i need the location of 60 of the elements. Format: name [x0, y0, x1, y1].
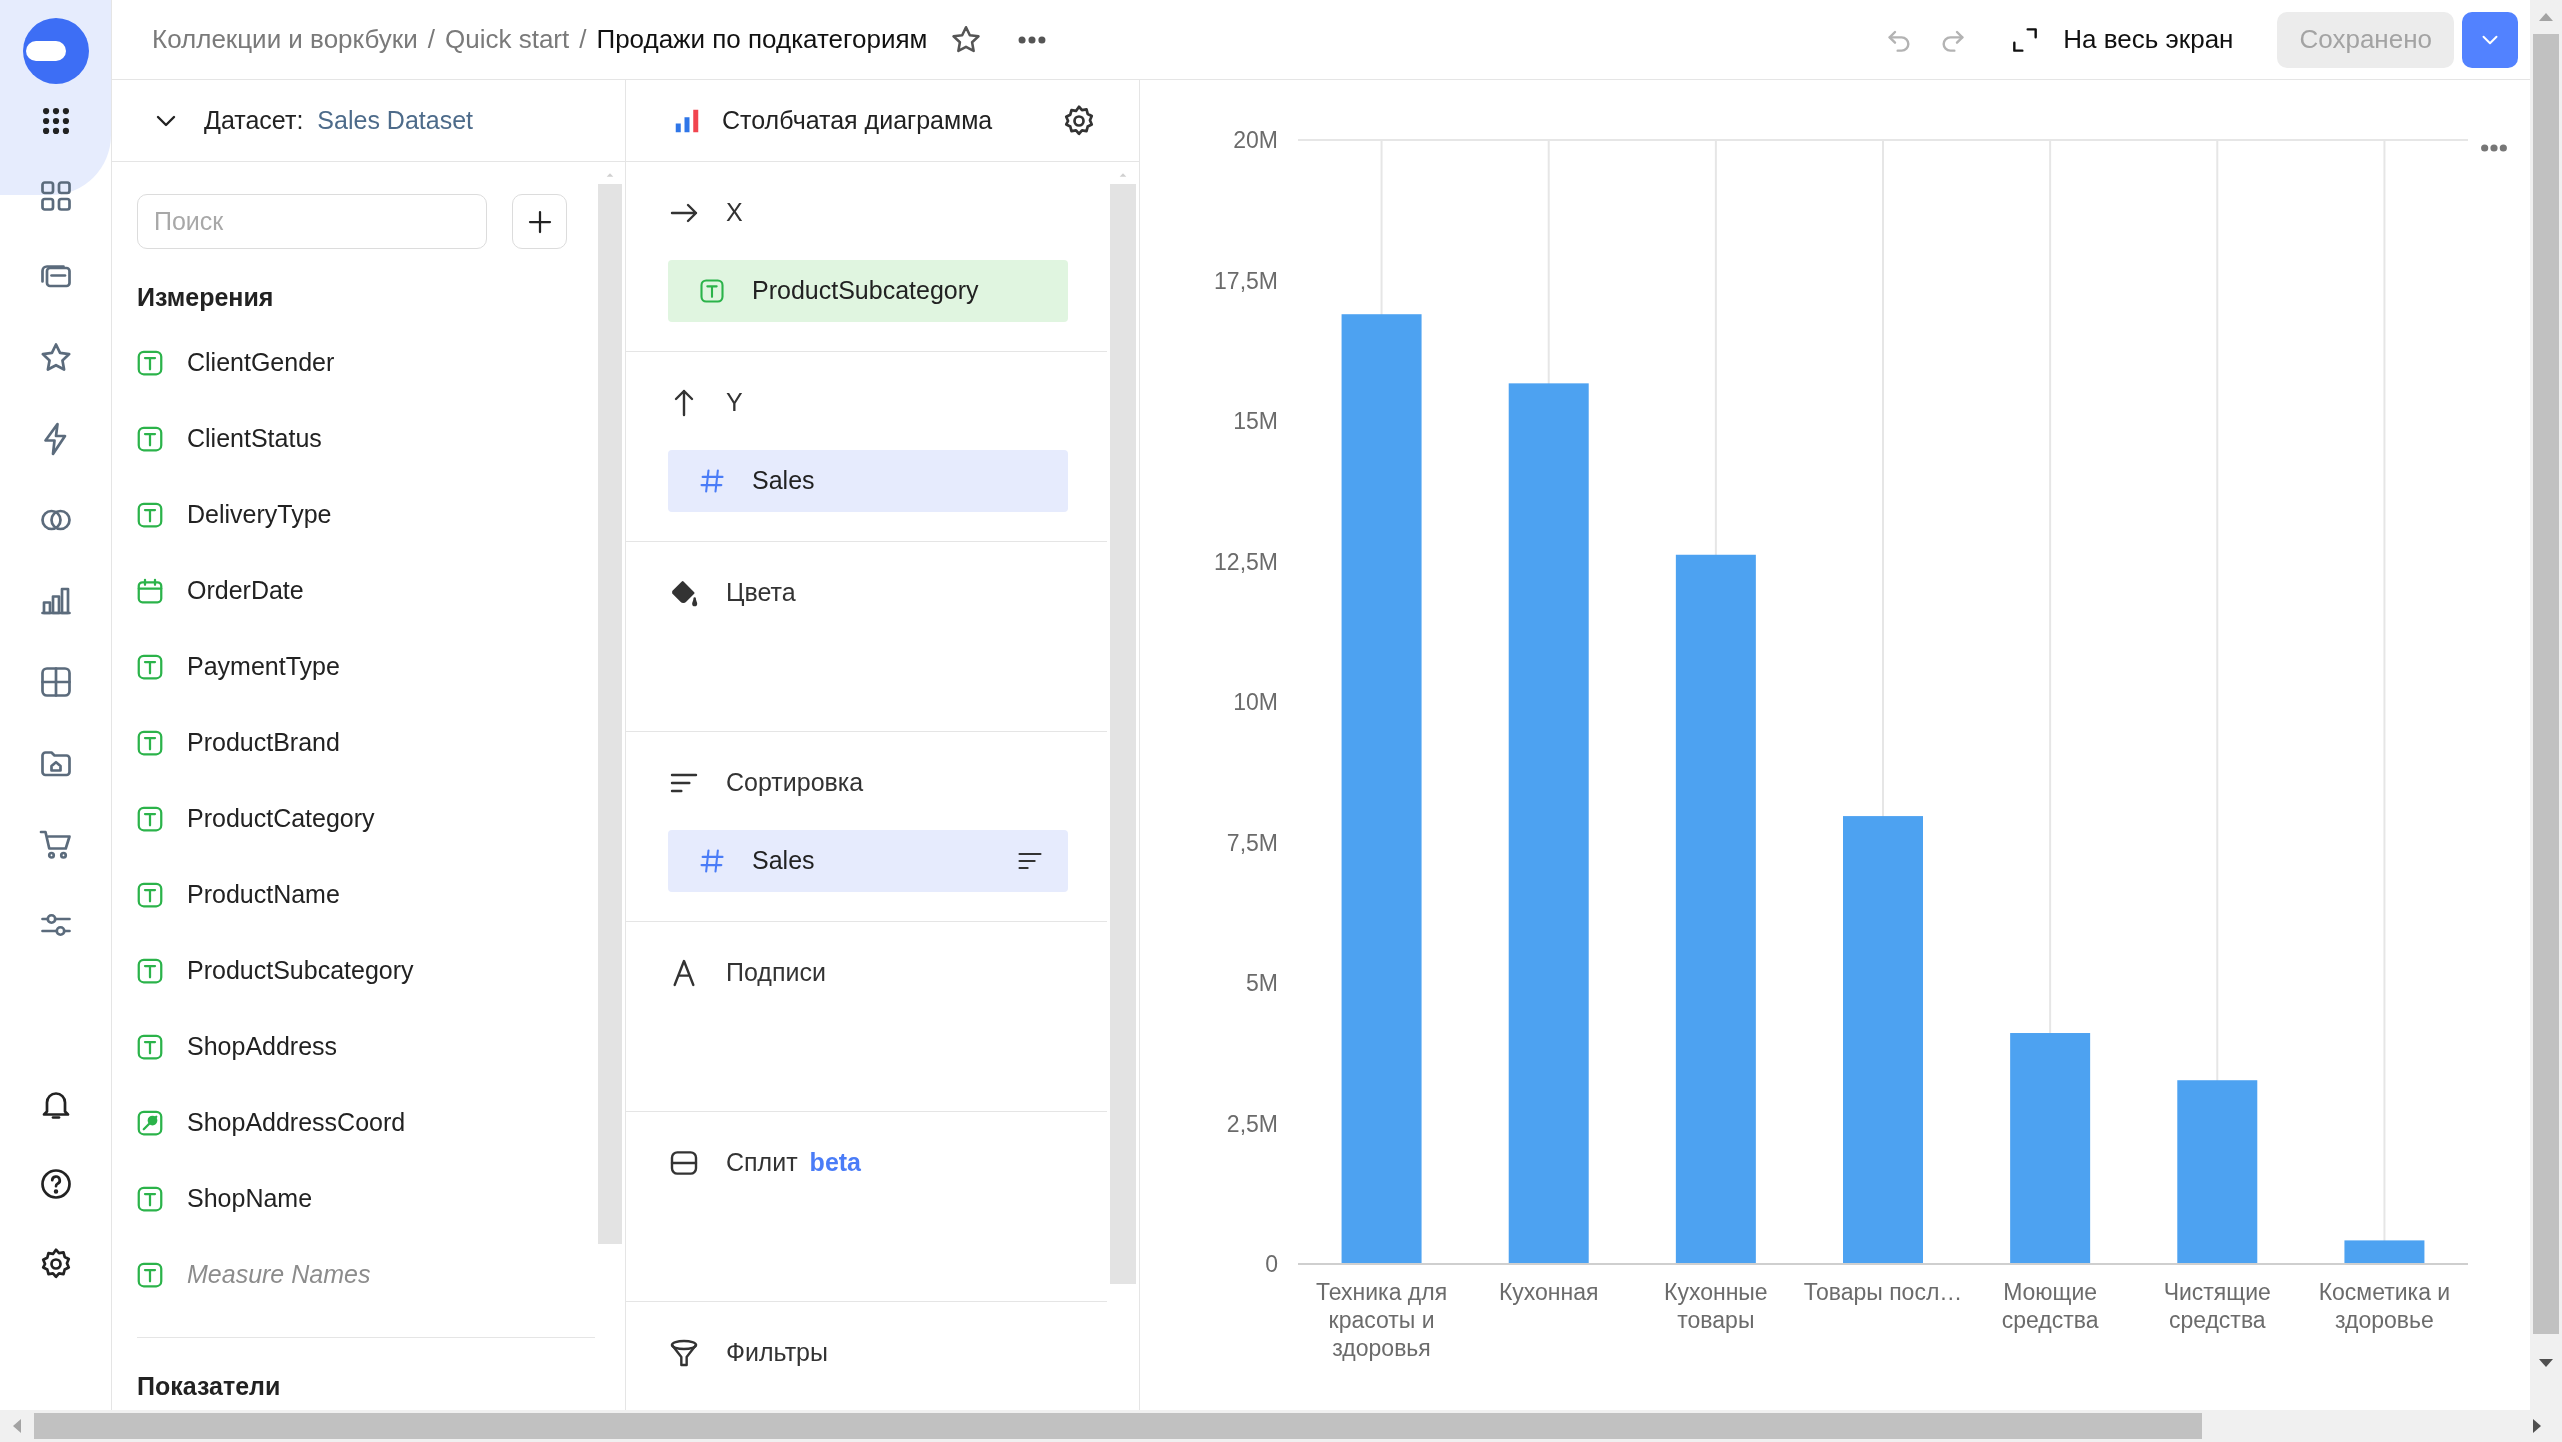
- number-type-icon: [698, 846, 726, 875]
- breadcrumb-link[interactable]: Quick start: [444, 20, 570, 59]
- axis-label: Чистящие средства: [2162, 1278, 2272, 1334]
- axis-label: Косметика и здоровье: [2317, 1278, 2452, 1334]
- field-item[interactable]: ProductSubcategory: [187, 951, 414, 990]
- field-item[interactable]: ProductBrand: [187, 723, 340, 762]
- field-item[interactable]: ShopAddressCoord: [187, 1103, 406, 1142]
- axis-label: 5M: [1246, 970, 1278, 996]
- dataset-link[interactable]: Sales Dataset: [317, 101, 473, 140]
- axis-label: 12,5M: [1214, 548, 1278, 575]
- breadcrumb-link[interactable]: Коллекции и воркбуки: [152, 20, 418, 59]
- visualization-type[interactable]: Столбчатая диаграмма: [722, 101, 993, 140]
- add-field-button[interactable]: [512, 194, 567, 249]
- section-title: Фильтры: [726, 1337, 828, 1368]
- save-menu-button[interactable]: [2462, 11, 2518, 68]
- fullscreen-button[interactable]: На весь экран: [2063, 20, 2234, 59]
- search-field[interactable]: Поиск: [137, 194, 487, 249]
- scroll-down-icon[interactable]: [2539, 1358, 2553, 1368]
- section-title: Подписи: [726, 957, 826, 988]
- section-title: Y: [726, 387, 743, 418]
- section-heading: Показатели: [137, 1370, 282, 1402]
- axis-label: 2,5M: [1226, 1110, 1278, 1137]
- vertical-scrollbar[interactable]: [2530, 0, 2562, 1410]
- section-title: Цвета: [726, 577, 796, 608]
- breadcrumb-separator: /: [427, 23, 435, 56]
- field-chip[interactable]: Sales: [668, 449, 1068, 512]
- field-item[interactable]: ProductName: [187, 875, 340, 914]
- field-item[interactable]: DeliveryType: [187, 495, 332, 534]
- section-title: X: [726, 197, 743, 228]
- axis-label: 17,5M: [1214, 267, 1278, 294]
- dataset-label: Датасет:: [204, 104, 304, 136]
- field-item[interactable]: PaymentType: [187, 647, 340, 686]
- field-item[interactable]: ShopAddress: [187, 1027, 338, 1066]
- field-item[interactable]: OrderDate: [187, 571, 304, 610]
- axis-label: Моющие средства: [2000, 1278, 2100, 1334]
- axis-label: 15M: [1233, 408, 1278, 434]
- field-chip[interactable]: ProductSubcategory: [668, 259, 1068, 322]
- axis-label: 7,5M: [1226, 829, 1278, 856]
- field-chip[interactable]: Sales: [668, 829, 1068, 892]
- page-title[interactable]: Продажи по подкатегориям: [596, 20, 928, 59]
- axis-label: 10M: [1233, 689, 1278, 715]
- field-item[interactable]: ProductCategory: [187, 799, 375, 838]
- breadcrumb-separator: /: [579, 23, 587, 56]
- axis-label: 0: [1265, 1251, 1278, 1277]
- section-title: Сплит: [726, 1147, 798, 1178]
- horizontal-scrollbar[interactable]: [0, 1410, 2562, 1442]
- text-type-icon: [698, 276, 726, 305]
- field-item[interactable]: ClientStatus: [187, 419, 322, 458]
- section-title: Сортировка: [726, 767, 864, 798]
- axis-label: Техника для красоты и здоровья: [1315, 1278, 1449, 1362]
- section-heading: Измерения: [137, 282, 275, 313]
- axis-label: 20M: [1233, 127, 1278, 153]
- axis-label: Кухонная: [1497, 1278, 1600, 1306]
- field-item[interactable]: ClientGender: [187, 343, 335, 382]
- axis-label: Товары посл…: [1802, 1278, 1964, 1306]
- scroll-right-icon[interactable]: [2532, 1419, 2542, 1433]
- number-type-icon: [698, 466, 726, 495]
- field-item[interactable]: ShopName: [187, 1179, 313, 1218]
- beta-label: beta: [809, 1147, 861, 1178]
- axis-label: Кухонные товары: [1663, 1278, 1769, 1334]
